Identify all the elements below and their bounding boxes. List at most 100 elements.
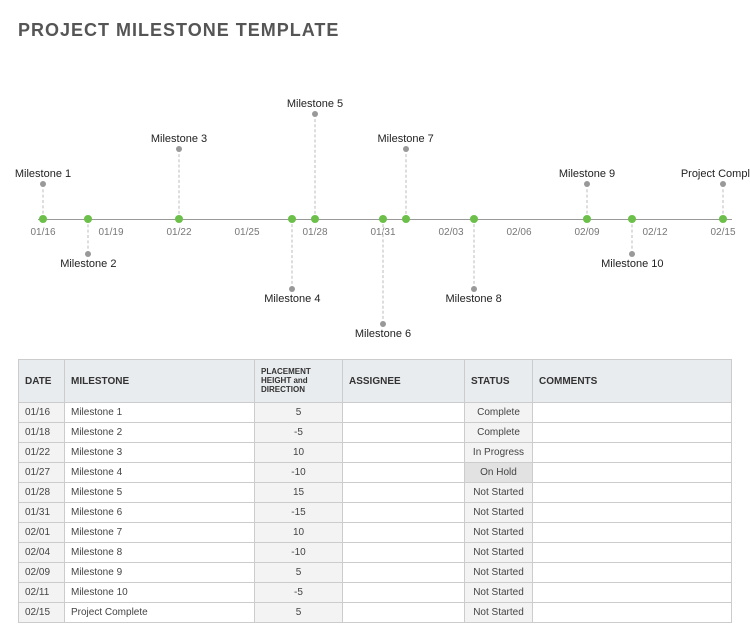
milestone-end-dot [40, 181, 46, 187]
cell-date: 01/16 [19, 403, 65, 423]
cell-milestone: Milestone 1 [65, 403, 255, 423]
axis-tick-label: 02/09 [574, 227, 599, 238]
cell-assignee [343, 523, 465, 543]
axis-tick-label: 02/12 [642, 227, 667, 238]
cell-status: Not Started [465, 563, 533, 583]
cell-placement: 5 [255, 603, 343, 623]
table-row: 02/15Project Complete5Not Started [19, 603, 732, 623]
cell-date: 01/27 [19, 463, 65, 483]
cell-status: Not Started [465, 603, 533, 623]
cell-comments [533, 483, 732, 503]
milestone-end-dot [289, 286, 295, 292]
cell-comments [533, 583, 732, 603]
table-row: 02/09Milestone 95Not Started [19, 563, 732, 583]
milestone-end-dot [85, 251, 91, 257]
cell-status: Complete [465, 403, 533, 423]
axis-tick-label: 01/19 [98, 227, 123, 238]
cell-status: Not Started [465, 583, 533, 603]
cell-milestone: Project Complete [65, 603, 255, 623]
cell-date: 01/18 [19, 423, 65, 443]
milestone-end-dot [176, 146, 182, 152]
milestone-dot [311, 215, 319, 223]
cell-status: Not Started [465, 523, 533, 543]
axis-tick-label: 01/22 [166, 227, 191, 238]
cell-milestone: Milestone 6 [65, 503, 255, 523]
milestone-end-dot [720, 181, 726, 187]
table-row: 01/28Milestone 515Not Started [19, 483, 732, 503]
milestone-end-dot [629, 251, 635, 257]
cell-placement: -10 [255, 463, 343, 483]
cell-assignee [343, 563, 465, 583]
cell-status: Not Started [465, 543, 533, 563]
milestone-label: Milestone 7 [378, 133, 434, 145]
cell-milestone: Milestone 10 [65, 583, 255, 603]
table-row: 01/31Milestone 6-15Not Started [19, 503, 732, 523]
milestone-leader [88, 219, 89, 254]
cell-placement: -15 [255, 503, 343, 523]
cell-assignee [343, 463, 465, 483]
milestone-leader [405, 149, 406, 219]
cell-assignee [343, 403, 465, 423]
milestone-label: Project Complete [681, 168, 750, 180]
cell-date: 02/01 [19, 523, 65, 543]
cell-comments [533, 463, 732, 483]
milestone-leader [473, 219, 474, 289]
milestone-chart: 01/1601/1901/2201/2501/2801/3102/0302/06… [18, 51, 732, 341]
cell-placement: -5 [255, 423, 343, 443]
milestone-end-dot [403, 146, 409, 152]
cell-comments [533, 503, 732, 523]
table-row: 02/04Milestone 8-10Not Started [19, 543, 732, 563]
cell-date: 01/28 [19, 483, 65, 503]
table-row: 01/27Milestone 4-10On Hold [19, 463, 732, 483]
milestone-leader [179, 149, 180, 219]
milestone-leader [315, 114, 316, 219]
table-row: 02/01Milestone 710Not Started [19, 523, 732, 543]
header-status: STATUS [465, 360, 533, 403]
milestone-leader [292, 219, 293, 289]
cell-comments [533, 443, 732, 463]
cell-placement: 15 [255, 483, 343, 503]
milestone-end-dot [380, 321, 386, 327]
milestone-label: Milestone 4 [264, 293, 320, 305]
milestone-leader [723, 184, 724, 219]
cell-assignee [343, 503, 465, 523]
cell-comments [533, 543, 732, 563]
axis-tick-label: 02/03 [438, 227, 463, 238]
cell-assignee [343, 583, 465, 603]
header-comments: COMMENTS [533, 360, 732, 403]
milestone-label: Milestone 3 [151, 133, 207, 145]
milestone-label: Milestone 2 [60, 258, 116, 270]
milestone-label: Milestone 5 [287, 98, 343, 110]
milestone-dot [84, 215, 92, 223]
cell-placement: 5 [255, 563, 343, 583]
milestone-label: Milestone 10 [601, 258, 663, 270]
cell-milestone: Milestone 8 [65, 543, 255, 563]
cell-status: Not Started [465, 483, 533, 503]
cell-assignee [343, 543, 465, 563]
cell-status: Not Started [465, 503, 533, 523]
cell-assignee [343, 603, 465, 623]
milestone-dot [39, 215, 47, 223]
cell-comments [533, 563, 732, 583]
milestone-table: DATE MILESTONE PLACEMENT HEIGHT and DIRE… [18, 359, 732, 623]
cell-comments [533, 523, 732, 543]
cell-assignee [343, 483, 465, 503]
cell-assignee [343, 423, 465, 443]
cell-date: 01/22 [19, 443, 65, 463]
cell-milestone: Milestone 3 [65, 443, 255, 463]
milestone-label: Milestone 6 [355, 328, 411, 340]
milestone-dot [719, 215, 727, 223]
milestone-label: Milestone 1 [15, 168, 71, 180]
milestone-leader [587, 184, 588, 219]
header-assignee: ASSIGNEE [343, 360, 465, 403]
cell-comments [533, 423, 732, 443]
milestone-label: Milestone 8 [446, 293, 502, 305]
milestone-dot [175, 215, 183, 223]
cell-comments [533, 403, 732, 423]
axis-tick-label: 02/15 [710, 227, 735, 238]
milestone-leader [43, 184, 44, 219]
table-row: 01/18Milestone 2-5Complete [19, 423, 732, 443]
cell-status: In Progress [465, 443, 533, 463]
cell-placement: -5 [255, 583, 343, 603]
axis-tick-label: 02/06 [506, 227, 531, 238]
